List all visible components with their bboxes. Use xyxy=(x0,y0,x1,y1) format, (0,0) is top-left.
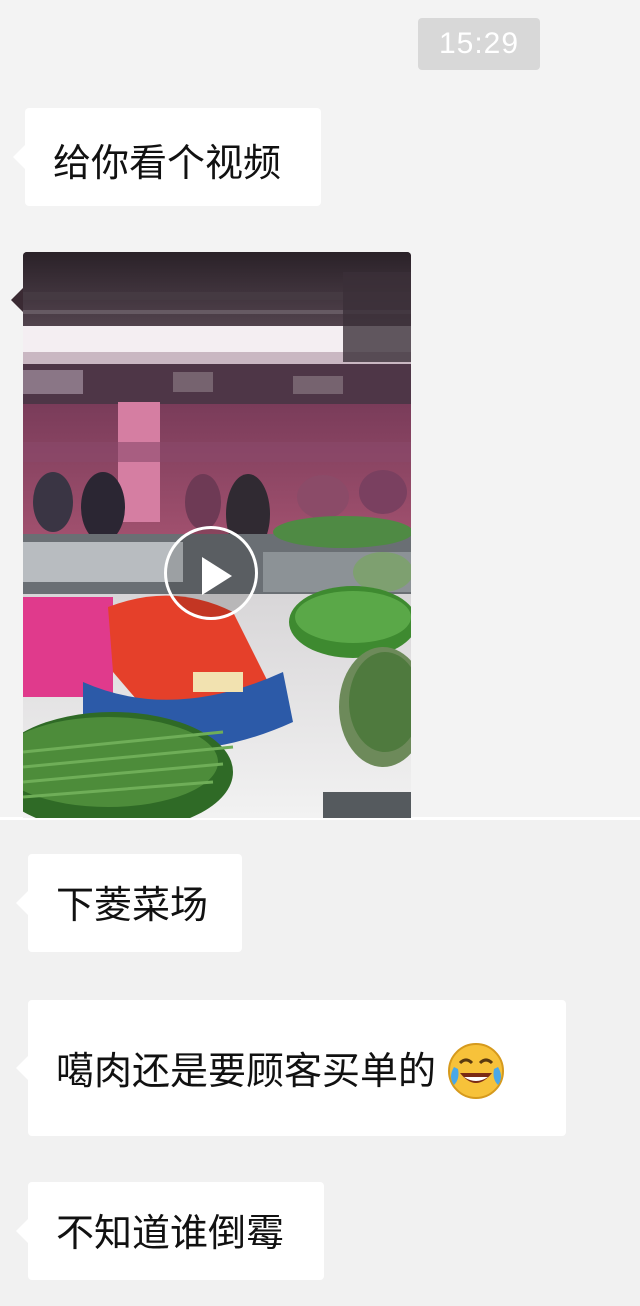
laughing-crying-emoji xyxy=(448,1042,505,1099)
message-bubble-1[interactable]: 给你看个视频 xyxy=(13,108,321,206)
message-bubble-2[interactable]: 下菱菜场 xyxy=(16,854,242,952)
play-button[interactable] xyxy=(164,526,258,620)
message-bubble-3[interactable]: 噶肉还是要顾客买单的 xyxy=(16,1000,566,1136)
video-bubble-tail xyxy=(11,288,23,312)
message-text-3: 噶肉还是要顾客买单的 xyxy=(56,1049,437,1093)
timestamp-badge: 15:29 xyxy=(418,18,540,70)
message-text-4: 不知道谁倒霉 xyxy=(56,1211,285,1255)
play-icon xyxy=(202,557,232,595)
message-text-1: 给你看个视频 xyxy=(53,141,282,185)
message-text-2: 下菱菜场 xyxy=(56,883,209,927)
message-bubble-4[interactable]: 不知道谁倒霉 xyxy=(16,1182,324,1280)
